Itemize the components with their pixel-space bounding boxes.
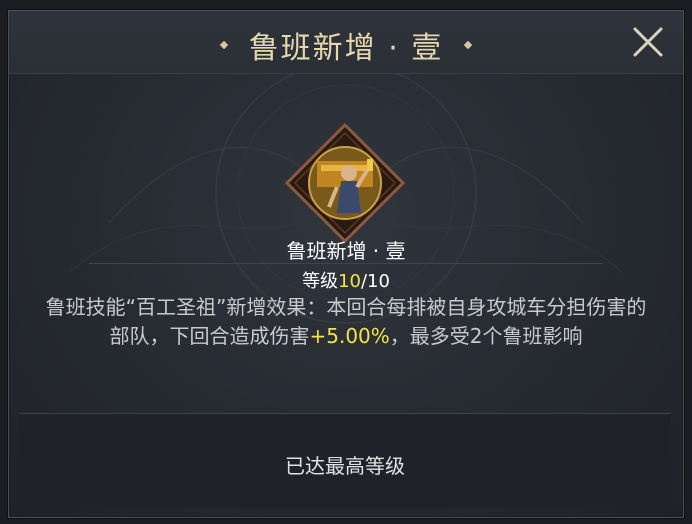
footer-panel: 已达最高等级 [19,413,671,508]
dialog-title: 鲁班新增 · 壹 [248,31,444,66]
level-max: /10 [360,271,390,292]
level-current: 10 [338,271,361,292]
skill-icon-frame [284,122,406,244]
skill-level: 等级10/10 [9,267,683,293]
skill-description: 鲁班技能“百工圣祖”新增效果：本回合每排被自身攻城车分担伤害的部队，下回合造成伤… [39,293,653,351]
title-ornament-right [464,40,473,50]
skill-dialog: 鲁班新增 · 壹 鲁班新增 · 壹 等级10/10 鲁班技能“百工圣祖”新增效果… [8,10,684,518]
close-icon [633,27,663,57]
description-highlight: +5.00% [309,324,390,348]
luban-portrait-icon [284,122,406,244]
skill-name: 鲁班新增 · 壹 [286,239,406,263]
title-bar: 鲁班新增 · 壹 [9,11,683,74]
close-button[interactable] [627,21,669,63]
max-level-status: 已达最高等级 [285,454,405,478]
level-label: 等级 [302,271,339,292]
description-tail: ，最多受2个鲁班影响 [389,324,583,348]
title-ornament-left [219,40,228,50]
